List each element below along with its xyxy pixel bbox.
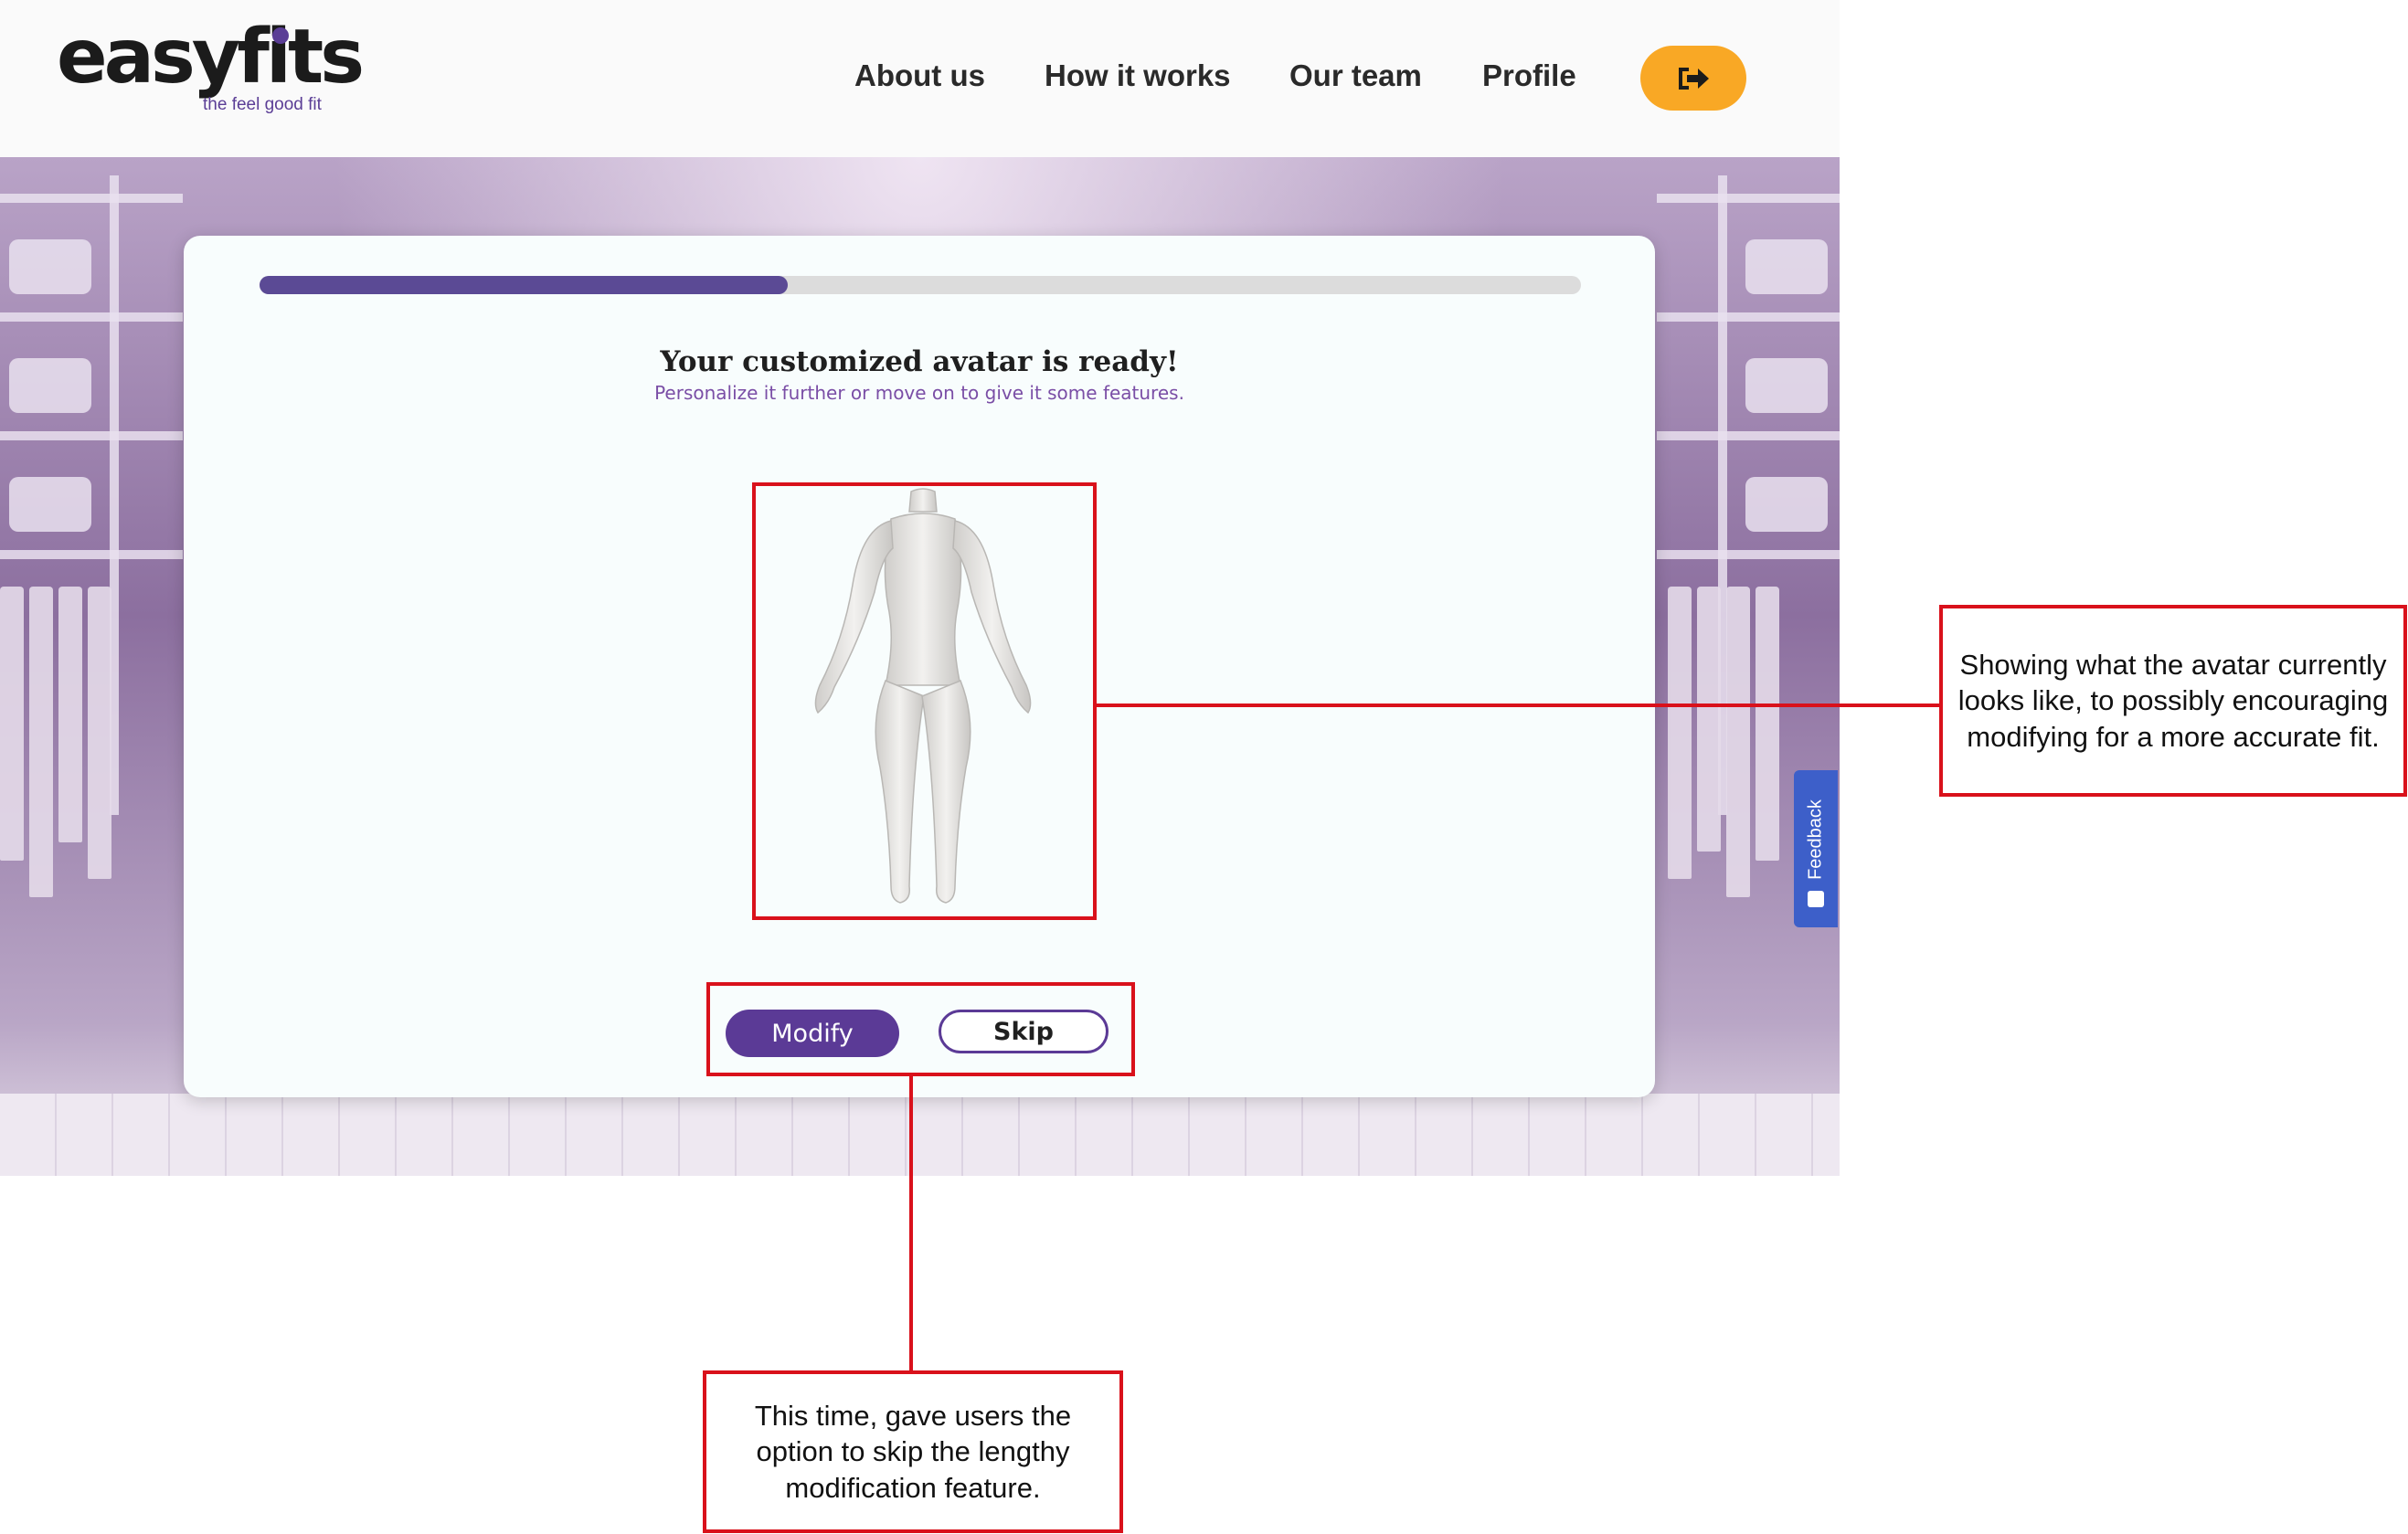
progress-bar [260, 276, 1581, 294]
card-title: Your customized avatar is ready! [660, 345, 1179, 378]
site-header: easyfits the feel good fit About us How … [0, 0, 1840, 157]
avatar-highlight-box [752, 482, 1097, 920]
avatar-annotation-note: Showing what the avatar currently looks … [1939, 605, 2407, 797]
nav-our-team[interactable]: Our team [1289, 60, 1422, 90]
feedback-label: Feedback [1805, 799, 1826, 880]
logout-button[interactable] [1640, 46, 1746, 111]
card-subtitle: Personalize it further or move on to giv… [654, 382, 1184, 404]
avatar-connector-line [1095, 704, 1941, 707]
logo-wordmark: easyfits [57, 14, 365, 101]
feedback-tab[interactable]: Feedback [1794, 770, 1838, 927]
feedback-icon [1808, 891, 1824, 907]
progress-bar-fill [260, 276, 789, 294]
skip-annotation-note: This time, gave users the option to skip… [703, 1370, 1123, 1533]
sign-out-icon [1679, 67, 1709, 90]
logo-tagline: the feel good fit [203, 95, 322, 114]
buttons-highlight-box [706, 982, 1135, 1076]
buttons-connector-line [909, 1074, 913, 1372]
nav-profile[interactable]: Profile [1482, 60, 1576, 90]
nav-how-it-works[interactable]: How it works [1045, 60, 1231, 90]
brand-logo[interactable]: easyfits the feel good fit [57, 20, 365, 121]
logo-dot [272, 27, 289, 44]
nav-about-us[interactable]: About us [854, 60, 985, 90]
